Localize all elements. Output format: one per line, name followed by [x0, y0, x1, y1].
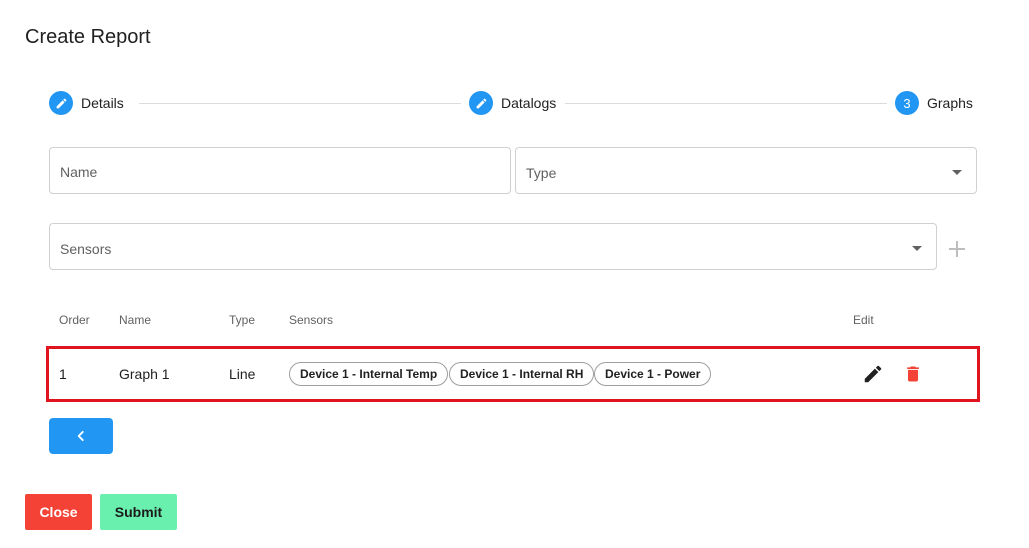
back-button[interactable] — [49, 418, 113, 454]
add-sensor-icon[interactable] — [948, 240, 966, 258]
type-select-label: Type — [526, 165, 557, 181]
column-header-sensors: Sensors — [289, 313, 334, 327]
step-graphs[interactable]: 3 Graphs — [895, 91, 973, 115]
row-name: Graph 1 — [119, 366, 170, 382]
sensor-chip: Device 1 - Internal RH — [449, 362, 595, 386]
step-label-datalogs: Datalogs — [501, 95, 557, 111]
dialog-title: Create Report — [25, 26, 151, 48]
sensor-chip: Device 1 - Power — [594, 362, 712, 386]
step-connector — [565, 103, 887, 104]
step-connector — [139, 103, 461, 104]
column-header-type: Type — [229, 313, 256, 327]
step-label-details: Details — [81, 95, 124, 111]
chevron-down-icon — [912, 246, 922, 251]
delete-icon[interactable] — [903, 363, 923, 385]
stepper: Details Datalogs 3 Graphs — [49, 91, 979, 117]
type-select[interactable]: Type — [515, 147, 977, 194]
sensors-select[interactable]: Sensors — [49, 223, 937, 270]
column-header-order: Order — [59, 313, 90, 327]
sensors-select-label: Sensors — [60, 241, 112, 257]
column-header-name: Name — [119, 313, 152, 327]
step-number: 3 — [895, 91, 919, 115]
row-order: 1 — [59, 366, 67, 382]
name-field[interactable]: Name — [49, 147, 511, 194]
column-header-edit: Edit — [853, 313, 874, 327]
close-button[interactable]: Close — [25, 494, 92, 530]
chevron-down-icon — [952, 170, 962, 175]
pencil-icon — [469, 91, 493, 115]
pencil-icon — [49, 91, 73, 115]
chevron-left-icon — [77, 430, 84, 442]
submit-button[interactable]: Submit — [100, 494, 177, 530]
step-label-graphs: Graphs — [927, 95, 973, 111]
name-field-label: Name — [60, 164, 98, 180]
edit-icon[interactable] — [862, 363, 884, 385]
step-details[interactable]: Details — [49, 91, 124, 115]
row-type: Line — [229, 366, 256, 382]
step-datalogs[interactable]: Datalogs — [469, 91, 556, 115]
sensor-chip: Device 1 - Internal Temp — [289, 362, 449, 386]
